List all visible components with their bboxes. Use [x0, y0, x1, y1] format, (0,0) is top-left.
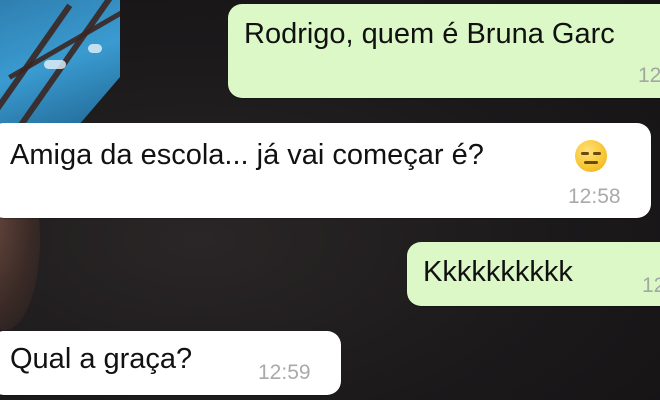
message-bubble-received[interactable]: Qual a graça? 12:59: [0, 331, 341, 395]
message-text: Rodrigo, quem é Bruna Garc: [244, 18, 615, 50]
message-bubble-sent[interactable]: Rodrigo, quem é Bruna Garc 12: [228, 4, 660, 98]
message-timestamp: 12:58: [568, 185, 621, 208]
message-text: Kkkkkkkkkk: [423, 256, 573, 288]
message-bubble-received[interactable]: Amiga da escola... já vai começar é? 12:…: [0, 123, 651, 218]
message-timestamp: 12:59: [258, 361, 311, 384]
message-bubble-sent[interactable]: Kkkkkkkkkk 12: [407, 242, 660, 306]
message-text: Qual a graça?: [10, 343, 193, 375]
message-timestamp: 12: [638, 64, 660, 87]
message-text: Amiga da escola... já vai começar é?: [10, 139, 484, 171]
expressionless-face-icon: [575, 140, 607, 172]
message-timestamp: 12: [642, 274, 660, 297]
